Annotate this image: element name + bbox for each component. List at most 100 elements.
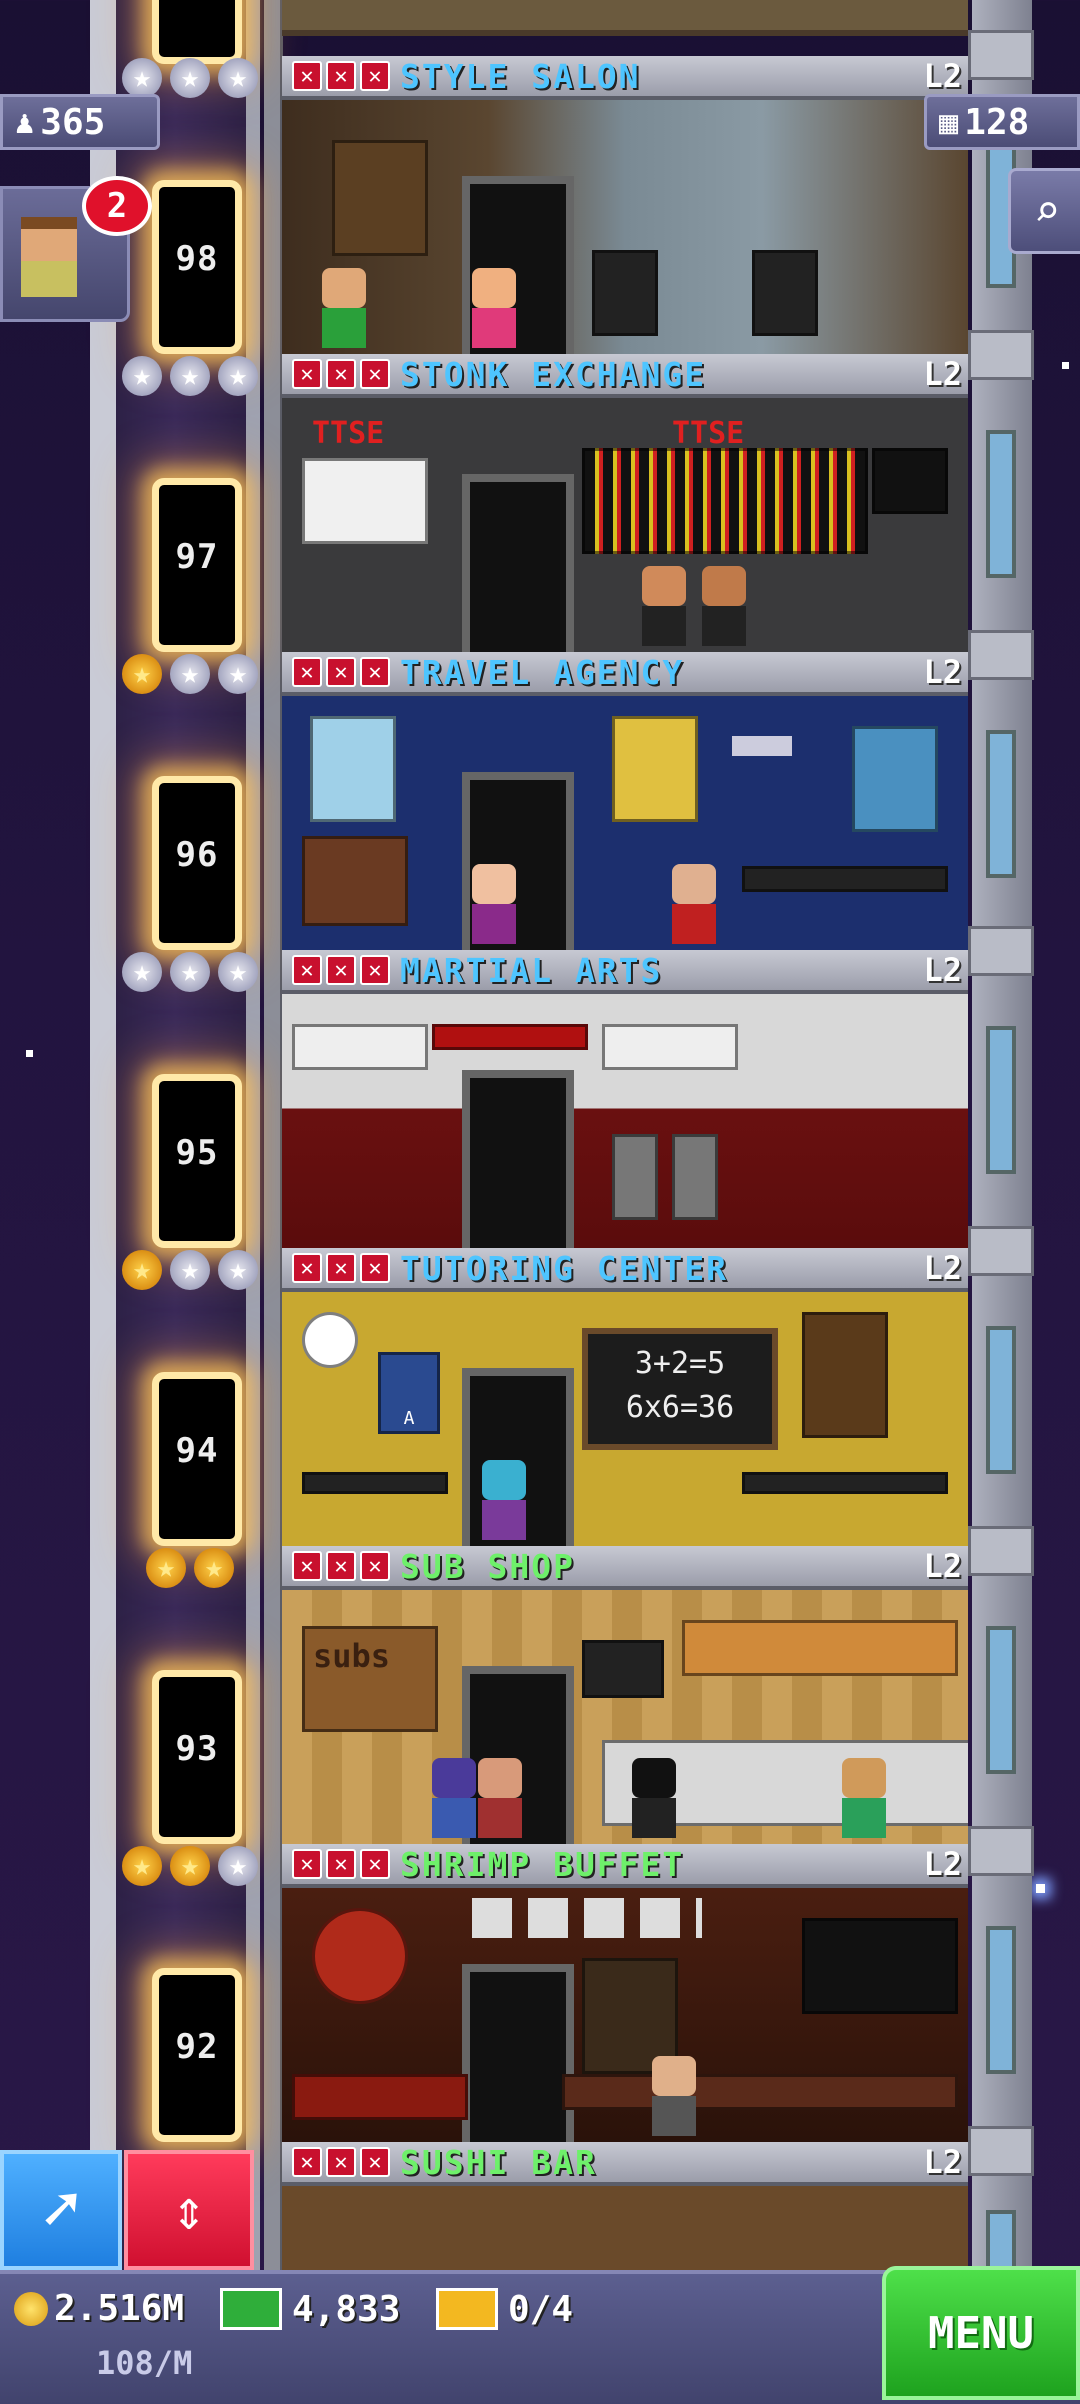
shrimp-sign: [312, 1908, 408, 2004]
close-icon: ✕: [360, 657, 390, 687]
room-interior: [282, 0, 968, 36]
punching-bag: [612, 1134, 658, 1220]
floor-name: STYLE SALON: [400, 56, 641, 96]
clock-icon: [302, 1312, 358, 1368]
population-value: 365: [40, 101, 106, 143]
wall-bracket: [968, 2126, 1034, 2176]
star-filled-icon: ★: [194, 1548, 234, 1588]
close-icon: ✕: [292, 2147, 322, 2177]
window: [986, 1626, 1016, 1774]
menu-button[interactable]: MENU: [882, 2266, 1080, 2400]
floor-header: ✕ ✕ ✕ TRAVEL AGENCY L2: [282, 652, 968, 696]
floor-rail: [264, 0, 283, 2270]
buffet-table: [292, 2074, 468, 2120]
star-rating: ★ ★ ★: [122, 58, 258, 98]
room-interior: [282, 696, 968, 960]
elevator-door[interactable]: 92: [152, 1968, 242, 2142]
star-empty-icon: ★: [218, 1250, 258, 1290]
banner: [292, 1024, 428, 1070]
stock-chart: [302, 458, 428, 544]
person: [478, 1758, 522, 1838]
close-icon: ✕: [360, 2147, 390, 2177]
search-icon: ⌕: [1033, 185, 1061, 237]
floor-name: TUTORING CENTER: [400, 1248, 729, 1288]
floor-name: SHRIMP BUFFET: [400, 1844, 685, 1884]
star-filled-icon: ★: [146, 1548, 186, 1588]
stock-sign: TTSE: [312, 416, 385, 451]
person: [472, 864, 516, 944]
elevator-door[interactable]: 97: [152, 478, 242, 652]
floor-level: L2: [923, 57, 962, 95]
floor-level: L2: [923, 1845, 962, 1883]
elevator-door[interactable]: 93: [152, 1670, 242, 1844]
close-icon: ✕: [360, 61, 390, 91]
monitor: [872, 448, 948, 514]
close-icon: ✕: [292, 1253, 322, 1283]
person: [432, 1758, 476, 1838]
search-button[interactable]: ⌕: [1008, 168, 1080, 254]
sky-star: [1062, 362, 1069, 369]
room-door: [462, 1964, 574, 2142]
close-icon: ✕: [292, 657, 322, 687]
floor-header: ✕ ✕ ✕ SUSHI BAR L2: [282, 2142, 968, 2186]
coins-value: 2.516M: [54, 2288, 185, 2329]
bux-value: 4,833: [292, 2288, 401, 2330]
close-icon: ✕: [360, 1253, 390, 1283]
up-down-arrow-icon: ⇕: [172, 2177, 206, 2243]
star-empty-icon: ★: [170, 356, 210, 396]
bux-display[interactable]: 4,833: [220, 2288, 400, 2330]
sub-sign: subs: [313, 1637, 391, 1675]
coins-display: 2.516M: [14, 2288, 184, 2329]
close-icon: ✕: [360, 359, 390, 389]
close-icon: ✕: [292, 359, 322, 389]
floor-level: L2: [923, 2143, 962, 2181]
population-counter[interactable]: ♟ 365: [0, 94, 160, 150]
close-icon: ✕: [326, 1849, 356, 1879]
elevator-updown-button[interactable]: ⇕: [124, 2150, 254, 2270]
room-interior: [282, 994, 968, 1258]
close-icon: ✕: [326, 955, 356, 985]
wall-bracket: [968, 926, 1034, 976]
star-filled-icon: ★: [122, 654, 162, 694]
stock-sign: TTSE: [672, 416, 745, 451]
star-rating: ★ ★ ★: [122, 356, 258, 396]
person: [702, 566, 746, 646]
person: [472, 268, 516, 348]
window: [986, 1026, 1016, 1174]
coin-icon: [14, 2291, 48, 2326]
room-interior: [282, 100, 968, 364]
window: [986, 1326, 1016, 1474]
sandwich-shelf: [682, 1620, 958, 1676]
close-icon: ✕: [326, 2147, 356, 2177]
travel-poster: [852, 726, 938, 832]
elevator-door[interactable]: 95: [152, 1074, 242, 1248]
elevator-door[interactable]: [152, 0, 242, 64]
room-interior: subs: [282, 1590, 968, 1854]
person: [842, 1758, 886, 1838]
floor-header: ✕ ✕ ✕ MARTIAL ARTS L2: [282, 950, 968, 994]
tickets-display[interactable]: 0/4: [436, 2288, 573, 2330]
close-icon: ✕: [292, 61, 322, 91]
room-door: [462, 474, 574, 652]
tickets-value: 0/4: [508, 2288, 574, 2330]
star-filled-icon: ★: [122, 1846, 162, 1886]
close-icon: ✕: [292, 1849, 322, 1879]
chalk-text: 3+2=5: [634, 1346, 726, 1381]
desk: [742, 1472, 948, 1494]
floor-level: L2: [923, 355, 962, 393]
wall-bracket: [968, 1226, 1034, 1276]
star-rating: ★ ★ ★: [122, 1250, 258, 1290]
elevator-door[interactable]: 96: [152, 776, 242, 950]
star-empty-icon: ★: [170, 1250, 210, 1290]
pick-floor-button[interactable]: ➚: [0, 2150, 122, 2270]
room-interior: [282, 1888, 968, 2152]
elevator-door[interactable]: 98: [152, 180, 242, 354]
ticker-board: [582, 448, 868, 554]
floors-counter[interactable]: ▦ 128: [924, 94, 1080, 150]
menu-board: [802, 1918, 958, 2014]
income-rate: 108/M: [96, 2344, 193, 2382]
floors-value: 128: [964, 101, 1030, 143]
star-filled-icon: ★: [122, 1250, 162, 1290]
star-rating: ★ ★ ★: [122, 654, 258, 694]
elevator-door[interactable]: 94: [152, 1372, 242, 1546]
